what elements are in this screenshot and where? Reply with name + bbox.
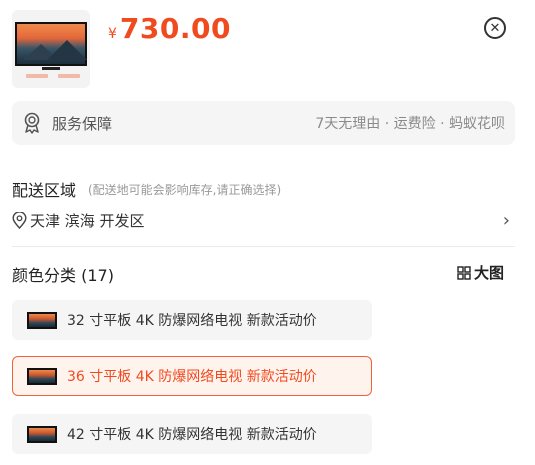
product-thumbnail[interactable] [12,10,90,88]
service-guarantee-bar[interactable]: 服务保障 7天无理由 · 运费险 · 蚂蚁花呗 [12,101,515,145]
award-badge-icon [24,112,40,134]
currency-symbol: ¥ [108,26,117,42]
divider [12,246,515,247]
color-option-32[interactable]: 32 寸平板 4K 防爆网络电视 新款活动价 [12,300,372,340]
close-button[interactable]: ✕ [484,17,506,39]
delivery-location: 天津 滨海 开发区 [30,211,145,230]
price-value: 730.00 [119,12,231,45]
option-label: 36 寸平板 4K 防爆网络电视 新款活动价 [67,369,317,385]
big-view-label: 大图 [474,264,505,282]
delivery-location-selector[interactable]: 天津 滨海 开发区 › [12,206,512,234]
color-category-title: 颜色分类 (17) [12,266,114,285]
close-icon: ✕ [489,20,501,36]
delivery-title: 配送区域 [12,181,77,200]
service-detail: 7天无理由 · 运费险 · 蚂蚁花呗 [315,116,505,132]
chevron-right-icon: › [502,209,510,231]
option-label: 42 寸平板 4K 防爆网络电视 新款活动价 [67,427,317,443]
grid-view-icon [457,265,471,280]
option-label: 32 寸平板 4K 防爆网络电视 新款活动价 [67,313,317,329]
tv-image [15,22,87,66]
color-option-42[interactable]: 42 寸平板 4K 防爆网络电视 新款活动价 [12,414,372,454]
option-thumbnail [27,311,57,329]
delivery-note: (配送地可能会影响库存,请正确选择) [88,183,282,197]
service-label: 服务保障 [52,114,113,133]
product-price: ¥ 730.00 [108,12,231,45]
option-thumbnail [27,425,57,443]
location-pin-icon [12,211,27,229]
option-thumbnail [27,367,57,385]
color-option-36[interactable]: 36 寸平板 4K 防爆网络电视 新款活动价 [12,356,372,396]
big-view-button[interactable]: 大图 [457,262,504,283]
